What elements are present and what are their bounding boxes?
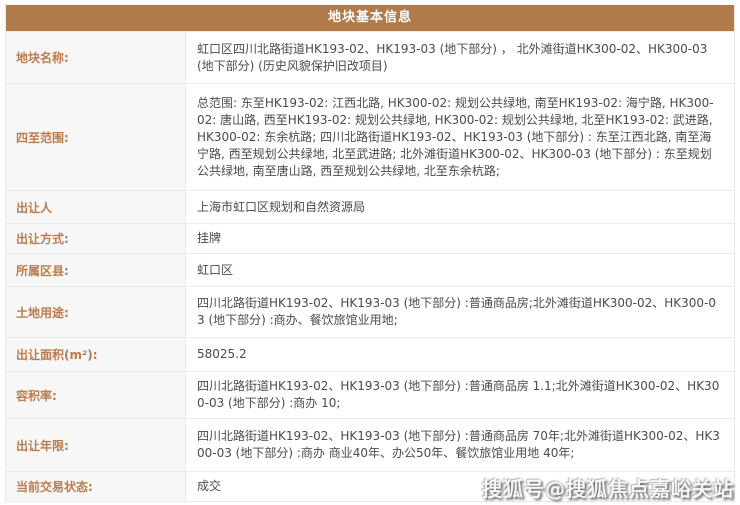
table-row: 出让人 上海市虹口区规划和自然资源局 — [6, 190, 734, 223]
row-label-grantor: 出让人 — [6, 191, 186, 223]
row-value-boundaries: 总范围: 东至HK193-02: 江西北路, HK300-02: 规划公共绿地,… — [186, 84, 734, 190]
row-label-transfer-term: 出让年限: — [6, 419, 186, 471]
row-label-land-use: 土地用途: — [6, 287, 186, 337]
row-value-transaction-status: 成交 — [186, 472, 734, 501]
row-label-plot-ratio: 容积率: — [6, 372, 186, 418]
row-label-transaction-status: 当前交易状态: — [6, 472, 186, 501]
table-row: 出让方式: 挂牌 — [6, 223, 734, 253]
row-value-transfer-area: 58025.2 — [186, 338, 734, 371]
table-row: 土地用途: 四川北路街道HK193-02、HK193-03 (地下部分) :普通… — [6, 286, 734, 337]
row-label-transfer-area: 出让面积(m²): — [6, 338, 186, 371]
row-label-boundaries: 四至范围: — [6, 84, 186, 190]
table-row: 出让年限: 四川北路街道HK193-02、HK193-03 (地下部分) :普通… — [6, 418, 734, 471]
table-title: 地块基本信息 — [6, 5, 734, 31]
table-row: 容积率: 四川北路街道HK193-02、HK193-03 (地下部分) :普通商… — [6, 371, 734, 418]
row-value-grantor: 上海市虹口区规划和自然资源局 — [186, 191, 734, 223]
row-label-parcel-name: 地块名称: — [6, 32, 186, 83]
table-row: 四至范围: 总范围: 东至HK193-02: 江西北路, HK300-02: 规… — [6, 83, 734, 190]
row-label-district: 所属区县: — [6, 254, 186, 286]
table-row: 地块名称: 虹口区四川北路街道HK193-02、HK193-03 (地下部分) … — [6, 31, 734, 83]
row-value-district: 虹口区 — [186, 254, 734, 286]
land-parcel-info-table: 地块基本信息 地块名称: 虹口区四川北路街道HK193-02、HK193-03 … — [5, 5, 735, 502]
row-label-transfer-method: 出让方式: — [6, 224, 186, 253]
row-value-transfer-method: 挂牌 — [186, 224, 734, 253]
table-row: 出让面积(m²): 58025.2 — [6, 337, 734, 371]
row-value-plot-ratio: 四川北路街道HK193-02、HK193-03 (地下部分) :普通商品房 1.… — [186, 372, 734, 418]
table-row: 当前交易状态: 成交 — [6, 471, 734, 501]
row-value-transfer-term: 四川北路街道HK193-02、HK193-03 (地下部分) :普通商品房 70… — [186, 419, 734, 471]
row-value-land-use: 四川北路街道HK193-02、HK193-03 (地下部分) :普通商品房;北外… — [186, 287, 734, 337]
table-row: 所属区县: 虹口区 — [6, 253, 734, 286]
row-value-parcel-name: 虹口区四川北路街道HK193-02、HK193-03 (地下部分) ， 北外滩街… — [186, 32, 734, 83]
